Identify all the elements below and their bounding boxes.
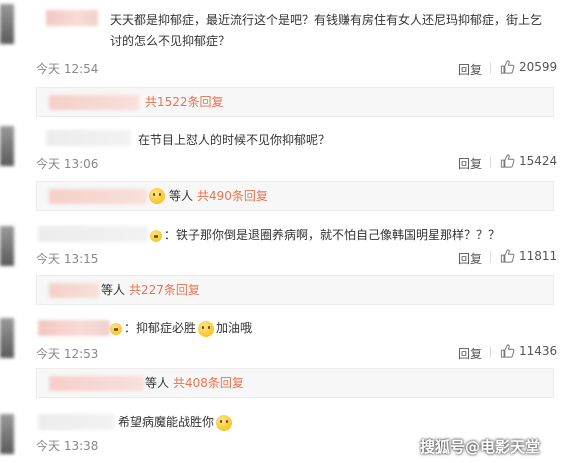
like-count: 11811	[519, 249, 558, 263]
avatar[interactable]	[0, 318, 14, 358]
comment-text: 在节目上怼人的时候不见你抑郁呢？	[138, 133, 331, 147]
username-blurred[interactable]	[38, 226, 148, 242]
comment-time: 今天 13:15	[36, 252, 99, 266]
like-count: 11436	[519, 344, 558, 358]
like-button[interactable]: 11436	[500, 344, 557, 358]
username-blurred[interactable]	[46, 130, 131, 146]
username-blurred[interactable]	[46, 10, 98, 26]
replier-names-blurred	[49, 283, 99, 298]
like-count: 15424	[519, 154, 558, 168]
like-count: 20599	[519, 60, 558, 74]
comment-time: 今天 12:53	[36, 347, 99, 361]
comment-item: ：铁子那你倒是退圈养病啊，就不怕自己像韩国明星那样？？？ 今天 13:15 回复…	[0, 220, 564, 312]
replies-expander[interactable]: 等人 共227条回复	[36, 275, 554, 305]
comment-text: 天天都是抑郁症，最近流行这个是吧？有钱赚有房住有女人还尼玛抑郁症，街上乞讨的怎么…	[110, 13, 543, 48]
username-blurred[interactable]	[38, 320, 110, 336]
comment-time: 今天 12:54	[36, 62, 99, 76]
grin-emoji-icon	[198, 320, 215, 337]
watermark: 搜狐号@电影天堂	[420, 438, 541, 456]
thumbs-up-icon	[500, 60, 515, 74]
thumbs-up-icon	[500, 154, 515, 168]
comment-item: 天天都是抑郁症，最近流行这个是吧？有钱赚有房住有女人还尼玛抑郁症，街上乞讨的怎么…	[0, 0, 564, 117]
replies-expander[interactable]: 共1522条回复	[36, 87, 554, 117]
comment-item: ：抑郁症必胜 加油哦 今天 12:53 回复 11436 等人 共408条回复	[0, 316, 564, 408]
divider	[490, 156, 491, 168]
reply-button[interactable]: 回复	[458, 61, 482, 78]
comment-time: 今天 13:38	[36, 439, 99, 453]
replier-names-blurred	[49, 95, 139, 110]
comment-item: 在节目上怼人的时候不见你抑郁呢？ 今天 13:06 回复 15424 等人 共4…	[0, 120, 564, 216]
thumbs-up-icon	[500, 249, 515, 263]
reply-count: 共490条回复	[197, 189, 268, 203]
comment-time: 今天 13:06	[36, 157, 99, 171]
comment-text: ：抑郁症必胜 加油哦	[110, 318, 550, 339]
smile-emoji-icon	[150, 229, 162, 242]
replies-expander[interactable]: 等人 共490条回复	[36, 181, 554, 211]
reply-count: 共408条回复	[173, 376, 244, 390]
reply-button[interactable]: 回复	[458, 345, 482, 362]
smile-emoji-icon	[149, 188, 165, 204]
replier-names-blurred	[49, 189, 147, 204]
replier-names-blurred	[49, 376, 144, 391]
replies-expander[interactable]: 等人 共408条回复	[36, 368, 554, 398]
divider	[490, 346, 491, 358]
avatar[interactable]	[0, 226, 14, 266]
reply-button[interactable]: 回复	[458, 250, 482, 267]
like-button[interactable]: 11811	[500, 249, 557, 263]
username-blurred[interactable]	[38, 414, 114, 430]
like-button[interactable]: 15424	[500, 154, 557, 168]
reply-count: 共227条回复	[129, 283, 200, 297]
reply-count: 共1522条回复	[145, 95, 224, 109]
divider	[490, 62, 491, 74]
avatar[interactable]	[0, 126, 14, 166]
thumbs-up-icon	[500, 344, 515, 358]
like-button[interactable]: 20599	[500, 60, 557, 74]
avatar[interactable]	[0, 4, 14, 44]
avatar[interactable]	[0, 414, 14, 454]
smile-emoji-icon	[110, 322, 122, 335]
reply-button[interactable]: 回复	[458, 155, 482, 172]
divider	[490, 251, 491, 263]
pensive-emoji-icon	[216, 414, 233, 431]
comment-text: 希望病魔能战胜你	[118, 412, 550, 433]
comment-text: ：铁子那你倒是退圈养病啊，就不怕自己像韩国明星那样？？？	[150, 225, 550, 246]
